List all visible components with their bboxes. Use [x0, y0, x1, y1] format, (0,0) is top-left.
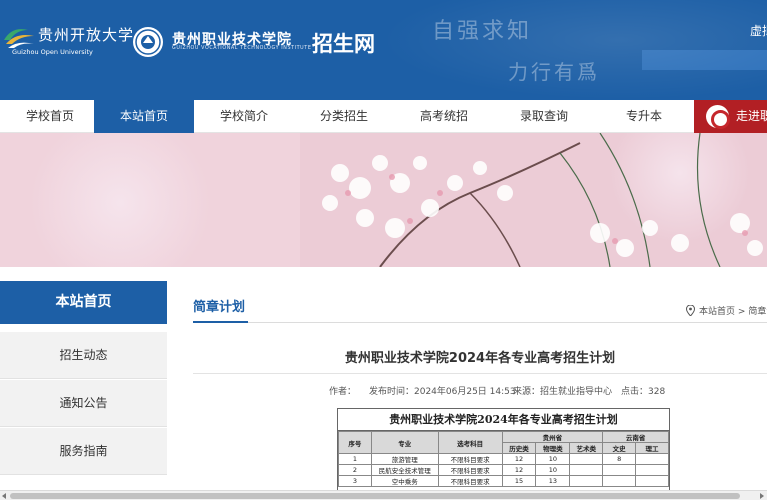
table-cell: 8	[602, 453, 637, 465]
table-row: 3 空中乘务 不限科目要求 15 13	[338, 475, 669, 487]
article-date: 发布时间：2024年06月25日 14:53	[369, 387, 516, 397]
nav-item-promo[interactable]: 走进职	[694, 100, 767, 133]
nav-promo-label: 走进职	[736, 109, 767, 123]
gzvti-emblem-icon[interactable]	[132, 26, 164, 58]
table-cell: 12	[501, 453, 537, 465]
table-cell	[569, 453, 604, 465]
table-cell: 10	[535, 453, 571, 465]
col-header-yunnan: 云南省	[602, 431, 669, 443]
gou-logo-english: Guizhou Open University	[12, 48, 93, 56]
plan-table-title: 贵州职业技术学院2024年各专业高考招生计划	[338, 409, 669, 431]
article-title: 贵州职业技术学院2024年各专业高考招生计划	[344, 351, 616, 366]
table-cell	[635, 464, 669, 476]
section-title: 简章计划	[193, 300, 246, 315]
slogan-line-1: 自强求知	[432, 19, 533, 44]
scrollbar-thumb[interactable]	[10, 493, 740, 499]
gou-logo[interactable]: 贵州开放大学 Guizhou Open University	[0, 20, 133, 62]
col-header-liberal: 文史	[602, 442, 637, 454]
nav-item-upgrade[interactable]: 专升本	[594, 100, 694, 133]
col-header-physics: 物理类	[535, 442, 571, 454]
article-clicks: 点击：328	[621, 387, 666, 397]
table-row: 2 民航安全技术管理 不限科目要求 12 10	[338, 464, 669, 476]
table-cell: 1	[338, 453, 372, 465]
table-cell	[602, 464, 637, 476]
table-cell: 13	[535, 475, 571, 487]
sidebar-item-notices[interactable]: 通知公告	[0, 380, 167, 427]
col-header-science: 理工	[635, 442, 669, 454]
site-header: 贵州开放大学 Guizhou Open University 贵州职业技术学院 …	[0, 0, 767, 100]
horizontal-scrollbar[interactable]	[0, 490, 767, 500]
table-row: 1 旅游管理 不限科目要求 12 10 8	[338, 453, 669, 465]
nav-item-school-home[interactable]: 学校首页	[0, 100, 100, 133]
table-cell: 12	[501, 464, 537, 476]
nav-item-site-home[interactable]: 本站首页	[94, 100, 194, 133]
site-title: 招生网	[312, 32, 375, 56]
admission-plan-table: 贵州职业技术学院2024年各专业高考招生计划 序号 专业 选考科目 贵州省 云南…	[337, 408, 670, 500]
table-cell	[602, 475, 637, 487]
sidebar-item-guide[interactable]: 服务指南	[0, 428, 167, 475]
article-source: 来源：招生就业指导中心	[513, 387, 613, 397]
gou-logo-name: 贵州开放大学	[38, 26, 135, 44]
table-cell	[635, 475, 669, 487]
table-cell: 旅游管理	[370, 453, 439, 465]
article-author: 作者：	[329, 387, 357, 397]
breadcrumb-separator: >	[737, 307, 746, 317]
col-header-major: 专业	[370, 431, 439, 454]
table-cell: 15	[501, 475, 537, 487]
table-cell: 不限科目要求	[437, 453, 503, 465]
table-cell	[569, 475, 604, 487]
col-header-history: 历史类	[501, 442, 537, 454]
table-cell: 3	[338, 475, 372, 487]
nav-item-results[interactable]: 录取查询	[494, 100, 594, 133]
blossom-banner	[0, 133, 767, 267]
top-link[interactable]: 虚拟	[750, 22, 767, 39]
col-header-arts: 艺术类	[569, 442, 604, 454]
table-cell: 不限科目要求	[437, 464, 503, 476]
col-header-guizhou: 贵州省	[501, 431, 604, 443]
nav-item-about[interactable]: 学校简介	[194, 100, 294, 133]
nav-item-category-admission[interactable]: 分类招生	[294, 100, 394, 133]
breadcrumb-current[interactable]: 简章计划	[748, 307, 767, 317]
table-cell: 空中乘务	[370, 475, 439, 487]
slogan-line-2: 力行有爲	[508, 60, 600, 84]
plan-grid: 序号 专业 选考科目 贵州省 云南省 历史类 物理类 艺术类 文史 理工 1 旅…	[338, 431, 669, 487]
table-cell	[635, 453, 669, 465]
sidebar-item-news[interactable]: 招生动态	[0, 332, 167, 379]
col-header-subject: 选考科目	[437, 431, 503, 454]
gzvti-english-name: GUIZHOU VOCATIONAL TECHNOLOGY INSTITUTE	[172, 46, 312, 51]
article-divider	[193, 373, 767, 374]
table-cell: 10	[535, 464, 571, 476]
table-cell	[569, 464, 604, 476]
sidebar-heading: 本站首页	[0, 281, 167, 324]
breadcrumb-home[interactable]: 本站首页	[699, 307, 735, 317]
main-nav: 学校首页 本站首页 学校简介 分类招生 高考统招 录取查询 专升本 走进职	[0, 100, 767, 133]
scroll-right-icon[interactable]	[760, 493, 764, 499]
nav-item-gaokao[interactable]: 高考统招	[394, 100, 494, 133]
scroll-left-icon[interactable]	[2, 493, 6, 499]
breadcrumb: 本站首页 > 简章计划	[686, 304, 767, 317]
promo-badge-icon	[706, 105, 730, 129]
table-cell: 2	[338, 464, 372, 476]
table-cell: 不限科目要求	[437, 475, 503, 487]
search-input[interactable]	[642, 50, 767, 70]
table-cell: 民航安全技术管理	[370, 464, 439, 476]
section-divider	[193, 321, 767, 323]
col-header-no: 序号	[338, 431, 372, 454]
